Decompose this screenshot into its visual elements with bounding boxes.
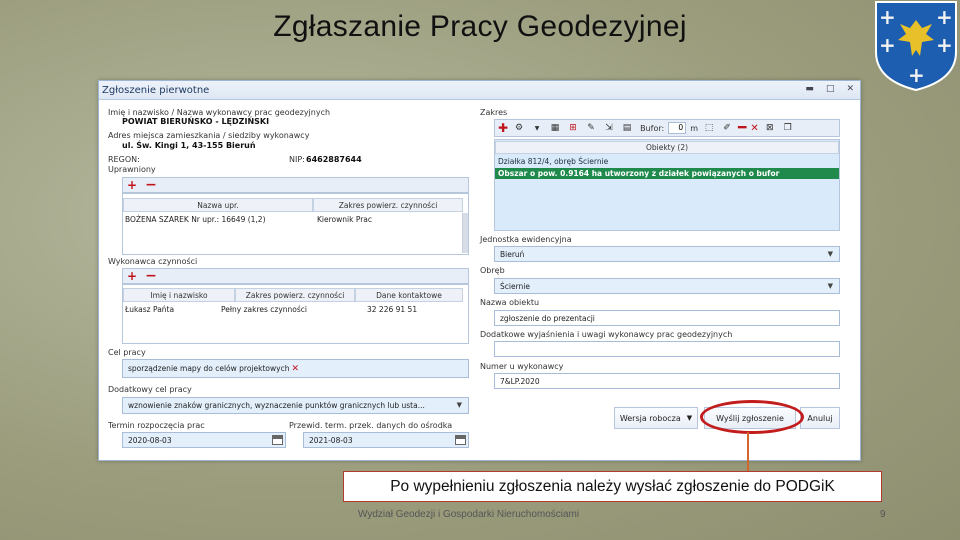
svg-text:+: + — [879, 33, 896, 57]
end-date-field[interactable]: 2021-08-03 — [303, 432, 469, 448]
import-icon[interactable]: ⇲ — [602, 122, 616, 134]
district-value: Ściernie — [500, 281, 530, 291]
perf-toolbar: + − — [122, 268, 469, 284]
objects-header: Obiekty (2) — [495, 141, 839, 154]
auth-cell-scope[interactable]: Kierownik Prac — [317, 215, 372, 224]
window-titlebar: Zgłoszenie pierwotne ▬ □ ✕ — [99, 81, 860, 100]
scope-label: Zakres — [480, 108, 508, 117]
address-label: Adres miejsca zamieszkania / siedziby wy… — [108, 131, 310, 140]
perf-col-name[interactable]: Imię i nazwisko — [123, 288, 235, 302]
auth-toolbar: + − — [122, 177, 469, 193]
object-name-input[interactable]: zgłoszenie do prezentacji — [494, 310, 840, 326]
callout-caption: Po wypełnieniu zgłoszenia należy wysłać … — [343, 471, 882, 502]
nip-value: 6462887644 — [306, 155, 362, 164]
object-name-label: Nazwa obiektu — [480, 298, 540, 307]
cancel-button[interactable]: Anuluj — [800, 407, 840, 429]
number-input[interactable]: 7&LP.2020 — [494, 373, 840, 389]
start-date-value: 2020-08-03 — [128, 435, 172, 445]
start-date-label: Termin rozpoczęcia prac — [108, 421, 205, 430]
perf-cell-contact[interactable]: 32 226 91 51 — [367, 305, 417, 314]
start-date-field[interactable]: 2020-08-03 — [122, 432, 286, 448]
calendar-icon[interactable] — [272, 435, 283, 445]
number-label: Numer u wykonawcy — [480, 362, 564, 371]
svg-text:+: + — [936, 5, 953, 29]
object-row-parcel[interactable]: Działka 812/4, obręb Ściernie — [495, 156, 839, 167]
svg-text:+: + — [908, 63, 925, 87]
edit-icon[interactable]: ✎ — [584, 122, 598, 134]
perf-col-contact[interactable]: Dane kontaktowe — [355, 288, 463, 302]
remove-tag-icon[interactable]: ✕ — [291, 364, 299, 374]
authorized-label: Uprawniony — [108, 165, 156, 174]
explanations-input[interactable] — [494, 341, 840, 357]
end-date-label: Przewid. term. przek. danych do ośrodka — [289, 421, 453, 430]
chevron-down-icon[interactable]: ▼ — [828, 250, 833, 258]
purpose-tagfield[interactable]: sporządzenie mapy do celów projektowych … — [122, 359, 469, 378]
auth-col-name[interactable]: Nazwa upr. — [123, 198, 313, 212]
perf-cell-scope[interactable]: Pełny zakres czynności — [221, 305, 307, 314]
slide-title: Zgłaszanie Pracy Geodezyjnej — [273, 10, 687, 43]
buffer-unit: m — [690, 123, 698, 133]
perf-cell-name[interactable]: Łukasz Pańta — [125, 305, 174, 314]
additional-purpose-select[interactable]: wznowienie znaków granicznych, wyznaczen… — [122, 397, 469, 414]
draft-button[interactable]: Wersja robocza ▼ — [614, 407, 698, 429]
buffer-input[interactable]: 0 — [668, 122, 687, 134]
svg-text:+: + — [936, 33, 953, 57]
slide-footer: Wydział Geodezji i Gospodarki Nieruchomo… — [358, 509, 580, 520]
auth-cell-name[interactable]: BOŻENA SZAREK Nr upr.: 16649 (1,2) — [125, 215, 266, 224]
copy-icon[interactable]: ❐ — [781, 122, 795, 134]
svg-text:+: + — [879, 5, 896, 29]
auth-col-scope[interactable]: Zakres powierz. czynności — [313, 198, 463, 212]
pencil-icon[interactable]: ✐ — [720, 122, 734, 134]
regon-label: REGON: — [108, 155, 140, 164]
page-number: 9 — [880, 509, 886, 520]
layers-icon[interactable]: ▤ — [620, 122, 634, 134]
unit-label: Jednostka ewidencyjna — [480, 235, 572, 244]
map-point-icon[interactable]: ⊞ — [566, 122, 580, 134]
gear-icon[interactable]: ⚙ — [512, 122, 526, 134]
object-row-area[interactable]: Obszar o pow. 0.9164 ha utworzony z dzia… — [495, 168, 839, 179]
remove-auth-button[interactable]: − — [145, 178, 157, 192]
additional-purpose-value: wznowienie znaków granicznych, wyznaczen… — [128, 401, 425, 410]
end-date-value: 2021-08-03 — [309, 435, 353, 445]
purpose-tag: sporządzenie mapy do celów projektowych — [128, 364, 290, 373]
delete-icon[interactable]: ✕ — [750, 123, 758, 134]
explanations-label: Dodatkowe wyjaśnienia i uwagi wykonawcy … — [480, 330, 733, 339]
table-icon[interactable]: ▦ — [548, 122, 562, 134]
calendar-icon[interactable] — [455, 435, 466, 445]
callout-line — [747, 432, 749, 472]
nip-label: NIP: — [289, 155, 305, 164]
additional-purpose-label: Dodatkowy cel pracy — [108, 385, 192, 394]
performer-label: Wykonawca czynności — [108, 257, 198, 266]
add-auth-button[interactable]: + — [127, 179, 137, 191]
scope-toolbar: ✚ ⚙ ▼ ▦ ⊞ ✎ ⇲ ▤ Bufor: 0 m ⬚ ✐ ━ ✕ ⊠ ❐ — [494, 119, 840, 137]
remove-object-button[interactable]: ━ — [738, 121, 746, 135]
coat-of-arms-logo: + + + + + — [875, 1, 957, 92]
unit-value: Bieruń — [500, 249, 525, 259]
chevron-down-icon[interactable]: ▼ — [457, 401, 462, 409]
perf-col-scope[interactable]: Zakres powierz. czynności — [235, 288, 355, 302]
draft-label: Wersja robocza — [619, 413, 681, 423]
minimize-icon[interactable]: ▬ — [805, 85, 814, 94]
add-performer-button[interactable]: + — [127, 270, 137, 282]
buffer-label: Bufor: — [640, 123, 665, 133]
close-icon[interactable]: ✕ — [846, 85, 854, 94]
contractor-label: Imię i nazwisko / Nazwa wykonawcy prac g… — [108, 108, 331, 117]
highlight-oval — [700, 400, 804, 434]
chevron-down-icon[interactable]: ▼ — [828, 282, 833, 290]
unit-select[interactable]: Bieruń ▼ — [494, 246, 840, 262]
district-select[interactable]: Ściernie ▼ — [494, 278, 840, 294]
window-title: Zgłoszenie pierwotne — [102, 84, 210, 96]
add-object-button[interactable]: ✚ — [498, 122, 508, 134]
address-value: ul. Św. Kingi 1, 43-155 Bieruń — [122, 141, 256, 150]
maximize-icon[interactable]: □ — [826, 85, 835, 94]
select-icon[interactable]: ⬚ — [702, 122, 716, 134]
district-label: Obręb — [480, 266, 505, 275]
auth-scrollbar[interactable] — [462, 213, 468, 253]
purpose-label: Cel pracy — [108, 348, 146, 357]
contractor-value: POWIAT BIERUŃSKO - LĘDZIŃSKI — [122, 117, 270, 126]
chevron-down-icon: ▼ — [686, 414, 693, 422]
chevron-down-icon[interactable]: ▼ — [530, 122, 544, 134]
remove-performer-button[interactable]: − — [145, 269, 157, 283]
clear-icon[interactable]: ⊠ — [763, 122, 777, 134]
